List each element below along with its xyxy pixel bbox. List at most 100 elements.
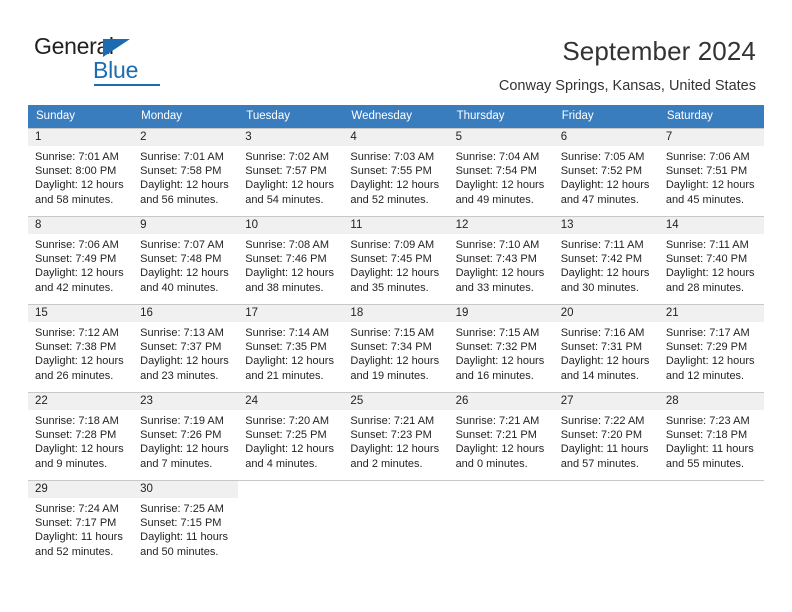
sunset-time: Sunset: 7:42 PM (560, 253, 643, 266)
sunset-time: Sunset: 7:51 PM (665, 165, 748, 178)
sunrise-time: Sunrise: 7:20 AM (245, 415, 330, 427)
calendar-day-cell[interactable]: 14 Sunrise: 7:11 AM Sunset: 7:40 PM Dayligh… (658, 216, 764, 298)
week-separator (28, 297, 764, 305)
calendar-day-cell[interactable]: 27 Sunrise: 7:22 AM Sunset: 7:20 PM Dayligh… (553, 392, 659, 474)
sunrise-time: Sunrise: 7:21 AM (455, 415, 540, 427)
calendar-week-row: 29 Sunrise: 7:24 AM Sunset: 7:17 PM Dayligh… (28, 480, 764, 562)
day-details: Sunrise: 7:03 AM Sunset: 7:55 PM Daylight:… (343, 146, 448, 207)
calendar-day-cell[interactable]: 6 Sunrise: 7:05 AM Sunset: 7:52 PM Daylight… (553, 128, 659, 210)
calendar-day-cell[interactable]: 30 Sunrise: 7:25 AM Sunset: 7:15 PM Dayligh… (133, 480, 239, 562)
daylight-duration-line2: and 58 minutes. (35, 193, 114, 206)
day-details: Sunrise: 7:12 AM Sunset: 7:38 PM Daylight:… (28, 322, 133, 383)
calendar-day-cell-empty (238, 480, 344, 562)
day-number: 22 (28, 393, 134, 410)
daylight-duration-line1: Daylight: 12 hours (245, 355, 334, 368)
daylight-duration-line2: and 28 minutes. (665, 281, 745, 294)
sunrise-time: Sunrise: 7:06 AM (35, 239, 119, 251)
calendar-day-cell[interactable]: 7 Sunrise: 7:06 AM Sunset: 7:51 PM Daylight… (658, 128, 764, 210)
day-details: Sunrise: 7:01 AM Sunset: 8:00 PM Daylight:… (28, 146, 133, 207)
daylight-duration-line2: and 12 minutes. (665, 369, 745, 382)
day-number: 15 (28, 305, 134, 322)
calendar-day-cell[interactable]: 12 Sunrise: 7:10 AM Sunset: 7:43 PM Dayligh… (448, 216, 554, 298)
daylight-duration-line1: Daylight: 12 hours (560, 179, 650, 192)
calendar-day-cell[interactable]: 19 Sunrise: 7:15 AM Sunset: 7:32 PM Dayligh… (448, 304, 554, 386)
calendar-day-cell-empty (343, 480, 449, 562)
sunrise-time: Sunrise: 7:19 AM (140, 415, 224, 427)
day-number: 23 (133, 393, 239, 410)
week-separator (28, 473, 764, 481)
calendar-day-cell[interactable]: 5 Sunrise: 7:04 AM Sunset: 7:54 PM Daylight… (448, 128, 554, 210)
weekday-header-friday: Friday (553, 105, 659, 129)
day-details: Sunrise: 7:21 AM Sunset: 7:21 PM Daylight:… (449, 410, 554, 471)
daylight-duration-line2: and 14 minutes. (560, 369, 639, 382)
page-header: General Blue September 2024 Conway Sprin… (0, 0, 792, 96)
day-details: Sunrise: 7:13 AM Sunset: 7:37 PM Daylight:… (133, 322, 238, 383)
calendar-week-row: 15 Sunrise: 7:12 AM Sunset: 7:38 PM Dayligh… (28, 304, 764, 386)
sunrise-time: Sunrise: 7:24 AM (35, 503, 119, 515)
calendar-day-cell[interactable]: 18 Sunrise: 7:15 AM Sunset: 7:34 PM Dayligh… (343, 304, 449, 386)
calendar-day-cell[interactable]: 20 Sunrise: 7:16 AM Sunset: 7:31 PM Dayligh… (553, 304, 659, 386)
sunrise-time: Sunrise: 7:14 AM (245, 327, 330, 339)
calendar-day-cell[interactable]: 1 Sunrise: 7:01 AM Sunset: 8:00 PM Daylight… (28, 128, 134, 210)
sunset-time: Sunset: 7:37 PM (140, 341, 222, 354)
sunset-time: Sunset: 7:21 PM (455, 429, 537, 442)
sunset-time: Sunset: 7:32 PM (455, 341, 537, 354)
day-number: 1 (28, 129, 134, 146)
day-details: Sunrise: 7:16 AM Sunset: 7:31 PM Daylight:… (554, 322, 659, 383)
sunset-time: Sunset: 7:55 PM (350, 165, 432, 178)
calendar-day-cell[interactable]: 25 Sunrise: 7:21 AM Sunset: 7:23 PM Dayligh… (343, 392, 449, 474)
calendar-day-cell[interactable]: 13 Sunrise: 7:11 AM Sunset: 7:42 PM Dayligh… (553, 216, 659, 298)
calendar-day-cell[interactable]: 11 Sunrise: 7:09 AM Sunset: 7:45 PM Dayligh… (343, 216, 449, 298)
daylight-duration-line1: Daylight: 12 hours (350, 179, 440, 192)
daylight-duration-line1: Daylight: 12 hours (35, 267, 124, 280)
calendar-day-cell[interactable]: 24 Sunrise: 7:20 AM Sunset: 7:25 PM Dayligh… (238, 392, 344, 474)
sunrise-time: Sunrise: 7:11 AM (665, 239, 749, 251)
calendar-day-cell[interactable]: 16 Sunrise: 7:13 AM Sunset: 7:37 PM Dayligh… (133, 304, 239, 386)
calendar-day-cell[interactable]: 22 Sunrise: 7:18 AM Sunset: 7:28 PM Dayligh… (28, 392, 134, 474)
daylight-duration-line2: and 54 minutes. (245, 193, 324, 206)
day-number: 7 (658, 129, 764, 146)
calendar-day-cell[interactable]: 15 Sunrise: 7:12 AM Sunset: 7:38 PM Dayligh… (28, 304, 134, 386)
sunrise-time: Sunrise: 7:23 AM (665, 415, 750, 427)
brand-underline (94, 84, 160, 86)
sunrise-time: Sunrise: 7:13 AM (140, 327, 224, 339)
brand-logo: General Blue (34, 33, 214, 86)
calendar-day-cell[interactable]: 2 Sunrise: 7:01 AM Sunset: 7:58 PM Daylight… (133, 128, 239, 210)
calendar-day-cell[interactable]: 23 Sunrise: 7:19 AM Sunset: 7:26 PM Dayligh… (133, 392, 239, 474)
day-details: Sunrise: 7:01 AM Sunset: 7:58 PM Daylight:… (133, 146, 238, 207)
daylight-duration-line1: Daylight: 12 hours (245, 443, 334, 456)
day-details: Sunrise: 7:05 AM Sunset: 7:52 PM Daylight:… (554, 146, 659, 207)
calendar-day-cell[interactable]: 26 Sunrise: 7:21 AM Sunset: 7:21 PM Dayligh… (448, 392, 554, 474)
calendar-day-cell[interactable]: 9 Sunrise: 7:07 AM Sunset: 7:48 PM Daylight… (133, 216, 239, 298)
calendar-day-cell[interactable]: 3 Sunrise: 7:02 AM Sunset: 7:57 PM Daylight… (238, 128, 344, 210)
daylight-duration-line1: Daylight: 12 hours (560, 355, 650, 368)
sunrise-time: Sunrise: 7:03 AM (350, 151, 435, 163)
day-number: 16 (133, 305, 239, 322)
calendar-day-cell[interactable]: 28 Sunrise: 7:23 AM Sunset: 7:18 PM Dayligh… (658, 392, 764, 474)
week-separator-cell (28, 385, 764, 393)
daylight-duration-line1: Daylight: 12 hours (140, 443, 229, 456)
sunset-time: Sunset: 7:45 PM (350, 253, 432, 266)
daylight-duration-line1: Daylight: 11 hours (665, 443, 754, 456)
day-details: Sunrise: 7:25 AM Sunset: 7:15 PM Daylight:… (133, 498, 238, 559)
calendar-day-cell[interactable]: 29 Sunrise: 7:24 AM Sunset: 7:17 PM Dayligh… (28, 480, 134, 562)
daylight-duration-line2: and 42 minutes. (35, 281, 114, 294)
calendar-day-cell[interactable]: 17 Sunrise: 7:14 AM Sunset: 7:35 PM Dayligh… (238, 304, 344, 386)
calendar-page: General Blue September 2024 Conway Sprin… (0, 0, 792, 612)
sunset-time: Sunset: 7:40 PM (665, 253, 748, 266)
calendar-day-cell[interactable]: 10 Sunrise: 7:08 AM Sunset: 7:46 PM Dayligh… (238, 216, 344, 298)
sunrise-time: Sunrise: 7:15 AM (455, 327, 540, 339)
day-details: Sunrise: 7:07 AM Sunset: 7:48 PM Daylight:… (133, 234, 238, 295)
calendar-day-cell[interactable]: 4 Sunrise: 7:03 AM Sunset: 7:55 PM Daylight… (343, 128, 449, 210)
calendar-day-cell[interactable]: 8 Sunrise: 7:06 AM Sunset: 7:49 PM Daylight… (28, 216, 134, 298)
sunrise-time: Sunrise: 7:16 AM (560, 327, 645, 339)
daylight-duration-line2: and 26 minutes. (35, 369, 114, 382)
calendar-day-cell[interactable]: 21 Sunrise: 7:17 AM Sunset: 7:29 PM Dayligh… (658, 304, 764, 386)
calendar-body: 1 Sunrise: 7:01 AM Sunset: 8:00 PM Daylight… (28, 128, 764, 562)
day-number: 26 (448, 393, 554, 410)
day-details: Sunrise: 7:17 AM Sunset: 7:29 PM Daylight:… (659, 322, 764, 383)
daylight-duration-line2: and 45 minutes. (665, 193, 745, 206)
day-number: 25 (343, 393, 449, 410)
daylight-duration-line1: Daylight: 12 hours (350, 267, 440, 280)
daylight-duration-line2: and 2 minutes. (350, 457, 423, 470)
